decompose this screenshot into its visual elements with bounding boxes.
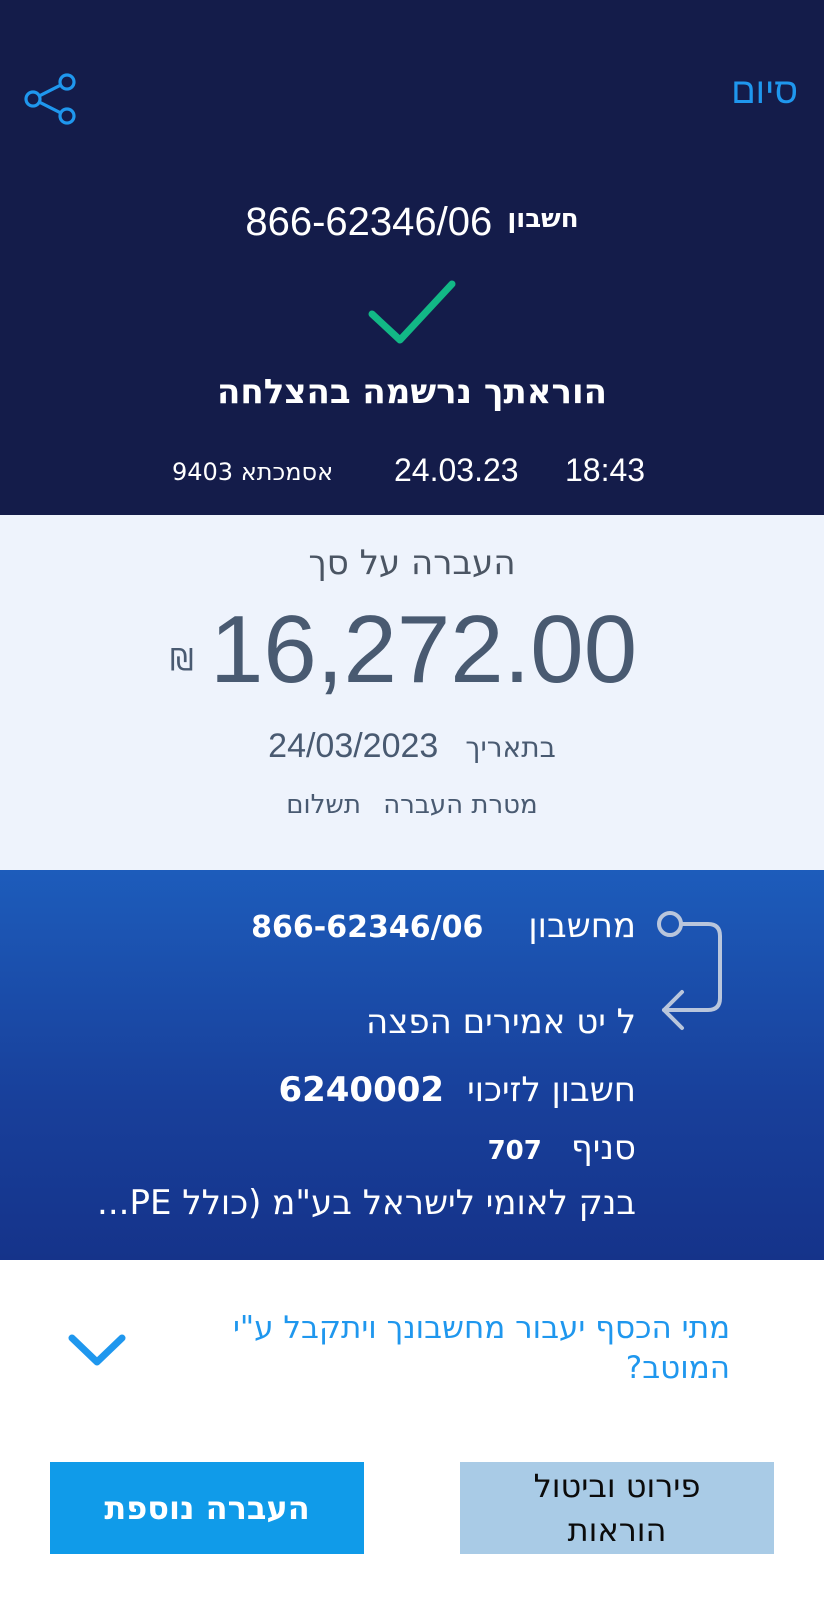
confirmation-header: סיום 866-62346/06 חשבון הוראתך נרשמה בהצ… — [0, 0, 824, 515]
branch-row: סניף 707 — [488, 1128, 636, 1168]
faq-question[interactable]: מתי הכסף יעבור מחשבונך ויתקבל ע"י המוטב? — [170, 1308, 730, 1388]
details-cancel-button[interactable]: פירוט וביטול הוראות — [460, 1462, 774, 1554]
value-date-row: בתאריך 24/03/2023 — [0, 727, 824, 766]
account-line: 866-62346/06 חשבון — [0, 200, 824, 245]
transfer-details: מחשבון 866-62346/06 ל יט אמירים הפצה חשב… — [0, 870, 824, 1260]
from-account-row: מחשבון 866-62346/06 — [251, 906, 636, 946]
amount-section: העברה על סך ₪ 16,272.00 בתאריך 24/03/202… — [0, 515, 824, 870]
purpose-label: מטרת העברה — [383, 790, 538, 820]
faq-expandable[interactable]: מתי הכסף יעבור מחשבונך ויתקבל ע"י המוטב? — [0, 1260, 824, 1400]
another-transfer-button[interactable]: העברה נוספת — [50, 1462, 364, 1554]
action-bar: העברה נוספת פירוט וביטול הוראות — [0, 1400, 824, 1600]
transaction-time: 18:43 — [565, 452, 646, 488]
purpose-row: מטרת העברה תשלום — [0, 790, 824, 820]
account-number: 866-62346/06 — [245, 200, 493, 244]
amount-value: 16,272.00 — [210, 596, 638, 703]
from-account-number: 866-62346/06 — [251, 910, 484, 945]
credit-account-label: חשבון לזיכוי — [467, 1070, 636, 1110]
share-icon[interactable] — [22, 72, 80, 130]
credit-account-row: חשבון לזיכוי 6240002 — [278, 1070, 636, 1110]
success-title: הוראתך נרשמה בהצלחה — [217, 372, 607, 412]
branch-label: סניף — [570, 1128, 636, 1168]
done-link[interactable]: סיום — [731, 70, 798, 112]
currency-symbol: ₪ — [170, 643, 194, 678]
reference-number: אסמכתא 9403 — [172, 458, 334, 486]
value-date-label: בתאריך — [465, 731, 556, 764]
purpose-value: תשלום — [286, 790, 361, 820]
bank-name: בנק לאומי לישראל בע"מ (כולל PE... — [97, 1183, 636, 1223]
transaction-date: 24.03.23 — [394, 452, 519, 488]
branch-number: 707 — [487, 1136, 542, 1166]
transfer-arrow-icon — [657, 911, 722, 1030]
beneficiary-name: ל יט אמירים הפצה — [365, 1002, 636, 1042]
value-date: 24/03/2023 — [268, 727, 439, 765]
amount-title: העברה על סך — [308, 543, 516, 583]
from-account-label: מחשבון — [528, 906, 636, 946]
credit-account-number: 6240002 — [278, 1070, 445, 1110]
chevron-down-icon[interactable] — [66, 1332, 128, 1368]
checkmark-icon — [368, 280, 456, 344]
account-label: חשבון — [507, 204, 579, 234]
